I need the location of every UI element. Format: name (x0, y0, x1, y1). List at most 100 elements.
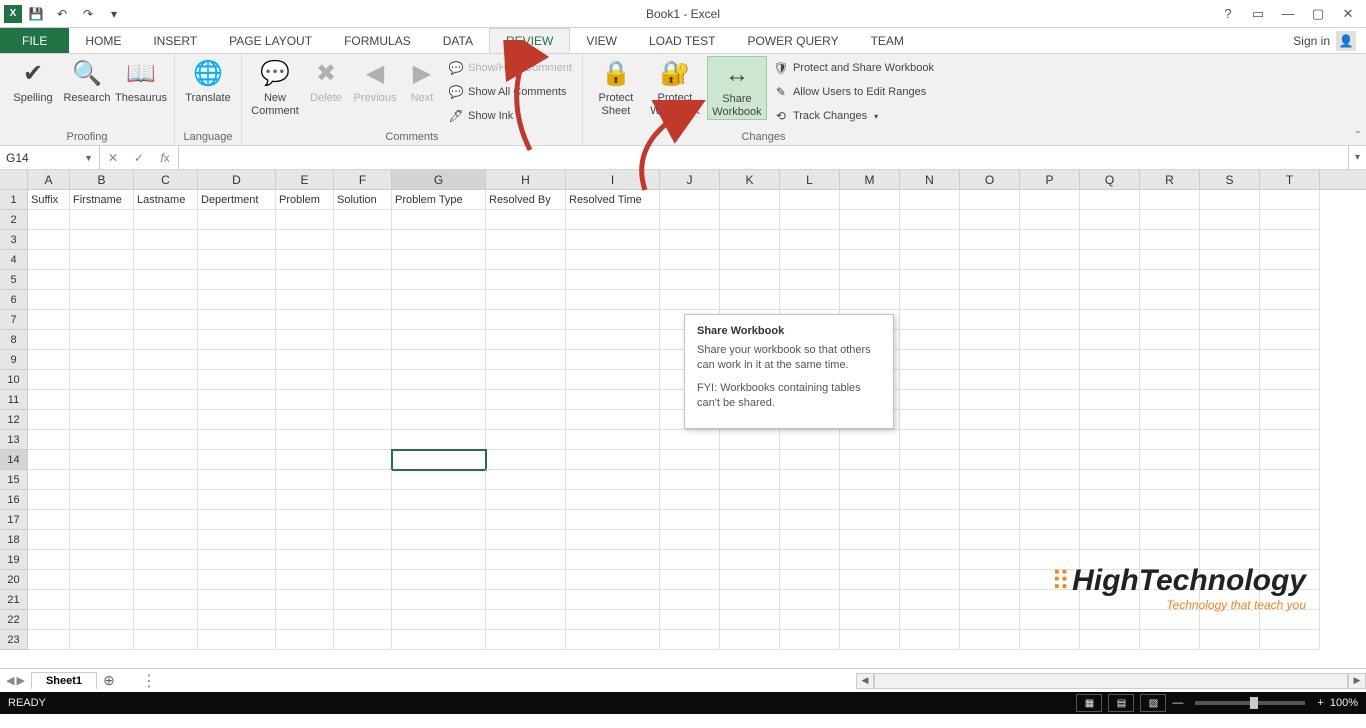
row-header[interactable]: 13 (0, 430, 28, 450)
help-button[interactable]: ? (1214, 3, 1242, 25)
cell[interactable] (660, 550, 720, 570)
previous-comment-button[interactable]: ◀Previous (350, 56, 400, 105)
cell[interactable] (276, 230, 334, 250)
cell[interactable] (960, 610, 1020, 630)
cell[interactable] (566, 410, 660, 430)
row-header[interactable]: 18 (0, 530, 28, 550)
cell[interactable] (840, 510, 900, 530)
cell[interactable] (392, 570, 486, 590)
cell[interactable] (70, 330, 134, 350)
row-header[interactable]: 8 (0, 330, 28, 350)
cell[interactable] (276, 310, 334, 330)
cell[interactable] (198, 490, 276, 510)
cell[interactable] (276, 390, 334, 410)
cell[interactable] (28, 470, 70, 490)
research-button[interactable]: 🔍Research (62, 56, 112, 105)
cell[interactable] (1080, 470, 1140, 490)
row-header[interactable]: 21 (0, 590, 28, 610)
cell[interactable] (1260, 430, 1320, 450)
cell[interactable] (70, 410, 134, 430)
cell[interactable] (1080, 290, 1140, 310)
cell[interactable] (198, 430, 276, 450)
cell[interactable] (1200, 470, 1260, 490)
cell[interactable] (198, 250, 276, 270)
cell[interactable] (840, 590, 900, 610)
cell[interactable] (392, 230, 486, 250)
cell[interactable] (70, 230, 134, 250)
cell[interactable] (134, 590, 198, 610)
sheet-nav[interactable]: ◀▶ (0, 674, 31, 687)
cell[interactable] (1200, 390, 1260, 410)
row-header[interactable]: 6 (0, 290, 28, 310)
cell[interactable] (134, 470, 198, 490)
row-header[interactable]: 7 (0, 310, 28, 330)
cell[interactable] (28, 570, 70, 590)
cell[interactable] (566, 390, 660, 410)
cell[interactable] (720, 610, 780, 630)
cell[interactable] (1140, 450, 1200, 470)
cell[interactable] (900, 570, 960, 590)
cell[interactable] (566, 630, 660, 650)
cell[interactable] (660, 490, 720, 510)
row-header[interactable]: 17 (0, 510, 28, 530)
cell[interactable] (1260, 270, 1320, 290)
cell[interactable]: Problem (276, 190, 334, 210)
cell[interactable] (198, 350, 276, 370)
cell[interactable] (70, 590, 134, 610)
cell[interactable] (900, 350, 960, 370)
cell[interactable] (720, 270, 780, 290)
row-header[interactable]: 3 (0, 230, 28, 250)
minimize-button[interactable]: — (1274, 3, 1302, 25)
cell[interactable] (334, 210, 392, 230)
cell[interactable] (1020, 610, 1080, 630)
cell[interactable] (276, 410, 334, 430)
delete-comment-button[interactable]: ✖Delete (304, 56, 348, 105)
cell[interactable] (1080, 430, 1140, 450)
cell[interactable] (28, 510, 70, 530)
cell[interactable] (134, 290, 198, 310)
cell[interactable] (900, 390, 960, 410)
tab-data[interactable]: DATA (427, 28, 489, 53)
cell[interactable] (960, 230, 1020, 250)
tab-load-test[interactable]: Load Test (633, 28, 731, 53)
tab-power-query[interactable]: POWER QUERY (731, 28, 854, 53)
cell[interactable] (960, 190, 1020, 210)
cell[interactable] (900, 210, 960, 230)
cell[interactable] (566, 590, 660, 610)
cell[interactable] (392, 350, 486, 370)
cell[interactable] (1140, 290, 1200, 310)
cell[interactable] (780, 510, 840, 530)
cell[interactable] (1080, 390, 1140, 410)
enter-formula-button[interactable]: ✓ (126, 151, 152, 165)
cell[interactable] (566, 490, 660, 510)
cell[interactable] (486, 590, 566, 610)
zoom-in-button[interactable]: + (1317, 697, 1323, 709)
cell[interactable] (840, 630, 900, 650)
cell[interactable] (660, 210, 720, 230)
cell[interactable] (1200, 310, 1260, 330)
cell[interactable] (1260, 610, 1320, 630)
cell[interactable] (960, 430, 1020, 450)
cell[interactable] (566, 550, 660, 570)
fx-icon[interactable]: fx (152, 151, 178, 165)
cell[interactable] (28, 350, 70, 370)
cell[interactable] (1020, 630, 1080, 650)
cell[interactable] (134, 210, 198, 230)
row-header[interactable]: 16 (0, 490, 28, 510)
cell[interactable]: Problem Type (392, 190, 486, 210)
cell[interactable] (28, 230, 70, 250)
cell[interactable] (1020, 530, 1080, 550)
cell[interactable] (198, 610, 276, 630)
cell[interactable] (1200, 630, 1260, 650)
cell[interactable] (900, 250, 960, 270)
protect-and-share-button[interactable]: 🛡Protect and Share Workbook (769, 56, 938, 80)
cell[interactable] (720, 590, 780, 610)
cell[interactable] (900, 490, 960, 510)
cell[interactable] (720, 570, 780, 590)
column-header[interactable]: J (660, 170, 720, 189)
cell[interactable] (134, 530, 198, 550)
cell[interactable] (1260, 190, 1320, 210)
cell[interactable] (1260, 630, 1320, 650)
share-workbook-button[interactable]: ↔Share Workbook (707, 56, 767, 120)
cell[interactable] (134, 330, 198, 350)
